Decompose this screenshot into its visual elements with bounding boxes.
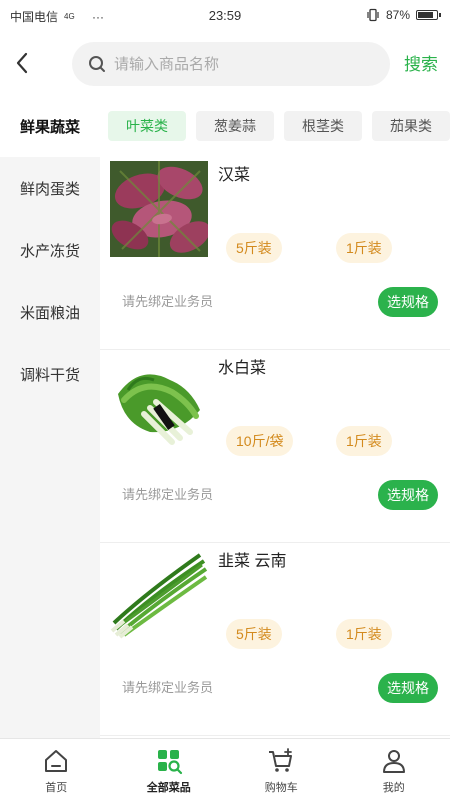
tab-root-vegetables[interactable]: 根茎类 (284, 111, 362, 141)
sidebar-item-grain-oil[interactable]: 米面粮油 (0, 281, 100, 343)
tab-leafy-greens[interactable]: 叶菜类 (108, 111, 186, 141)
product-image-chives[interactable] (110, 547, 208, 643)
nav-label: 购物车 (264, 782, 298, 794)
status-bar: 中国电信 4G ··· 23:59 87% (0, 0, 450, 30)
search-icon (89, 56, 105, 72)
status-right: 87% (366, 8, 441, 22)
product-image-bok-choy[interactable] (110, 354, 208, 450)
tab-fruit-vegetables[interactable]: 茄果类 (372, 111, 450, 141)
choose-spec-button[interactable]: 选规格 (378, 480, 438, 510)
product-name: 水白菜 (218, 360, 267, 377)
product-card[interactable]: 汉菜 5斤装 1斤装 请先绑定业务员 选规格 (100, 157, 450, 350)
subcategory-tabs: 叶菜类 葱姜蒜 根茎类 茄果类 (100, 95, 450, 157)
bottom-nav: 首页 全部菜品 购物车 我的 (0, 738, 450, 800)
back-button[interactable] (8, 48, 36, 78)
spec-option[interactable]: 1斤装 (336, 619, 392, 649)
choose-spec-button[interactable]: 选规格 (378, 287, 438, 317)
search-button[interactable]: 搜索 (404, 50, 438, 75)
nav-all-dishes[interactable]: 全部菜品 (113, 739, 226, 800)
product-list: 汉菜 5斤装 1斤装 请先绑定业务员 选规格 水白菜 10斤/袋 1斤装 请先绑… (100, 157, 450, 738)
spec-option[interactable]: 1斤装 (336, 426, 392, 456)
sidebar-item-meat-eggs[interactable]: 鲜肉蛋类 (0, 157, 100, 219)
chevron-left-icon (16, 52, 28, 74)
cart-icon (265, 745, 297, 777)
product-name: 韭菜 云南 (218, 553, 287, 570)
top-bar: 搜索 (0, 38, 450, 90)
product-name: 汉菜 (218, 167, 251, 184)
tab-onion-ginger-garlic[interactable]: 葱姜蒜 (196, 111, 274, 141)
sidebar-item-seasonings[interactable]: 调料干货 (0, 343, 100, 405)
bind-salesperson-hint: 请先绑定业务员 (122, 294, 214, 309)
nav-home[interactable]: 首页 (0, 739, 113, 800)
category-search-icon (153, 745, 185, 777)
search-box[interactable] (72, 42, 390, 86)
bind-salesperson-hint: 请先绑定业务员 (122, 487, 214, 502)
sidebar-item-fresh-produce[interactable]: 鲜果蔬菜 (0, 95, 100, 157)
battery-percent: 87% (385, 8, 410, 22)
category-sidebar: 鲜果蔬菜 鲜肉蛋类 水产冻货 米面粮油 调料干货 (0, 95, 100, 738)
nav-label: 全部菜品 (146, 782, 191, 794)
nav-cart[interactable]: 购物车 (225, 739, 338, 800)
bind-salesperson-hint: 请先绑定业务员 (122, 680, 214, 695)
spec-option[interactable]: 1斤装 (336, 233, 392, 263)
home-icon (40, 745, 72, 777)
vibrate-icon (367, 8, 379, 22)
spec-option[interactable]: 5斤装 (226, 233, 282, 263)
nav-label: 我的 (382, 782, 405, 794)
nav-label: 首页 (45, 782, 68, 794)
product-card[interactable]: 水白菜 10斤/袋 1斤装 请先绑定业务员 选规格 (100, 350, 450, 543)
choose-spec-button[interactable]: 选规格 (378, 673, 438, 703)
battery-icon (416, 10, 441, 20)
spec-option[interactable]: 10斤/袋 (226, 426, 294, 456)
product-image-amaranth[interactable] (110, 161, 208, 257)
spec-option[interactable]: 5斤装 (226, 619, 282, 649)
user-icon (378, 745, 410, 777)
search-input[interactable] (114, 55, 364, 73)
product-card[interactable]: 韭菜 云南 5斤装 1斤装 请先绑定业务员 选规格 (100, 543, 450, 736)
sidebar-item-seafood-frozen[interactable]: 水产冻货 (0, 219, 100, 281)
nav-profile[interactable]: 我的 (338, 739, 450, 800)
